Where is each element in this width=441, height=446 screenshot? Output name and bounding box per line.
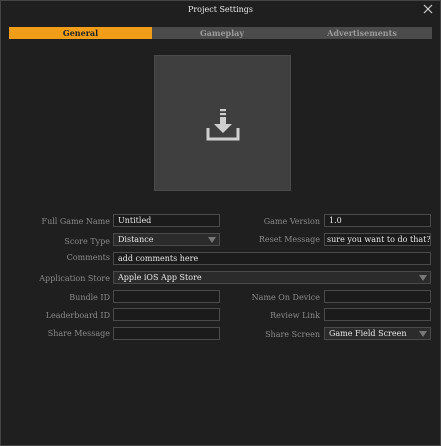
bundle-id-label: Bundle ID xyxy=(69,293,110,302)
settings-tab-bar: General Gameplay Advertisements xyxy=(9,27,432,39)
icon-upload-dropzone[interactable] xyxy=(154,55,291,191)
application-store-dropdown[interactable]: Apple iOS App Store xyxy=(113,271,431,284)
name-on-device-label: Name On Device xyxy=(251,293,320,302)
download-tray-icon xyxy=(206,109,240,141)
comments-label: Comments xyxy=(66,253,110,262)
name-on-device-input[interactable] xyxy=(324,290,431,303)
score-type-dropdown[interactable]: Distance xyxy=(113,233,220,246)
chevron-down-icon xyxy=(419,331,427,337)
tab-general[interactable]: General xyxy=(9,27,152,39)
game-version-label: Game Version xyxy=(263,217,320,226)
application-store-label: Application Store xyxy=(39,274,110,283)
tab-gameplay[interactable]: Gameplay xyxy=(152,27,292,39)
reset-message-input[interactable]: sure you want to do that? xyxy=(324,233,431,246)
full-game-name-input[interactable]: Untitled xyxy=(113,214,220,227)
application-store-value: Apple iOS App Store xyxy=(118,273,202,282)
reset-message-label: Reset Message xyxy=(258,235,320,244)
score-type-label: Score Type xyxy=(64,237,110,246)
share-screen-dropdown[interactable]: Game Field Screen xyxy=(324,327,431,340)
title-bar: Project Settings xyxy=(1,1,440,18)
full-game-name-label: Full Game Name xyxy=(41,217,110,226)
window-title: Project Settings xyxy=(187,5,254,14)
review-link-label: Review Link xyxy=(270,311,320,320)
review-link-input[interactable] xyxy=(324,308,431,321)
close-icon[interactable] xyxy=(422,3,434,15)
comments-input[interactable]: add comments here xyxy=(113,252,431,265)
leaderboard-id-input[interactable] xyxy=(113,308,220,321)
score-type-value: Distance xyxy=(118,235,154,244)
share-screen-label: Share Screen xyxy=(265,330,320,339)
share-message-label: Share Message xyxy=(47,329,110,338)
share-message-input[interactable] xyxy=(113,327,220,340)
leaderboard-id-label: Leaderboard ID xyxy=(45,311,110,320)
tab-advertisements[interactable]: Advertisements xyxy=(292,27,432,39)
game-version-input[interactable]: 1.0 xyxy=(324,214,431,227)
chevron-down-icon xyxy=(208,237,216,243)
share-screen-value: Game Field Screen xyxy=(329,329,407,338)
bundle-id-input[interactable] xyxy=(113,290,220,303)
chevron-down-icon xyxy=(419,275,427,281)
